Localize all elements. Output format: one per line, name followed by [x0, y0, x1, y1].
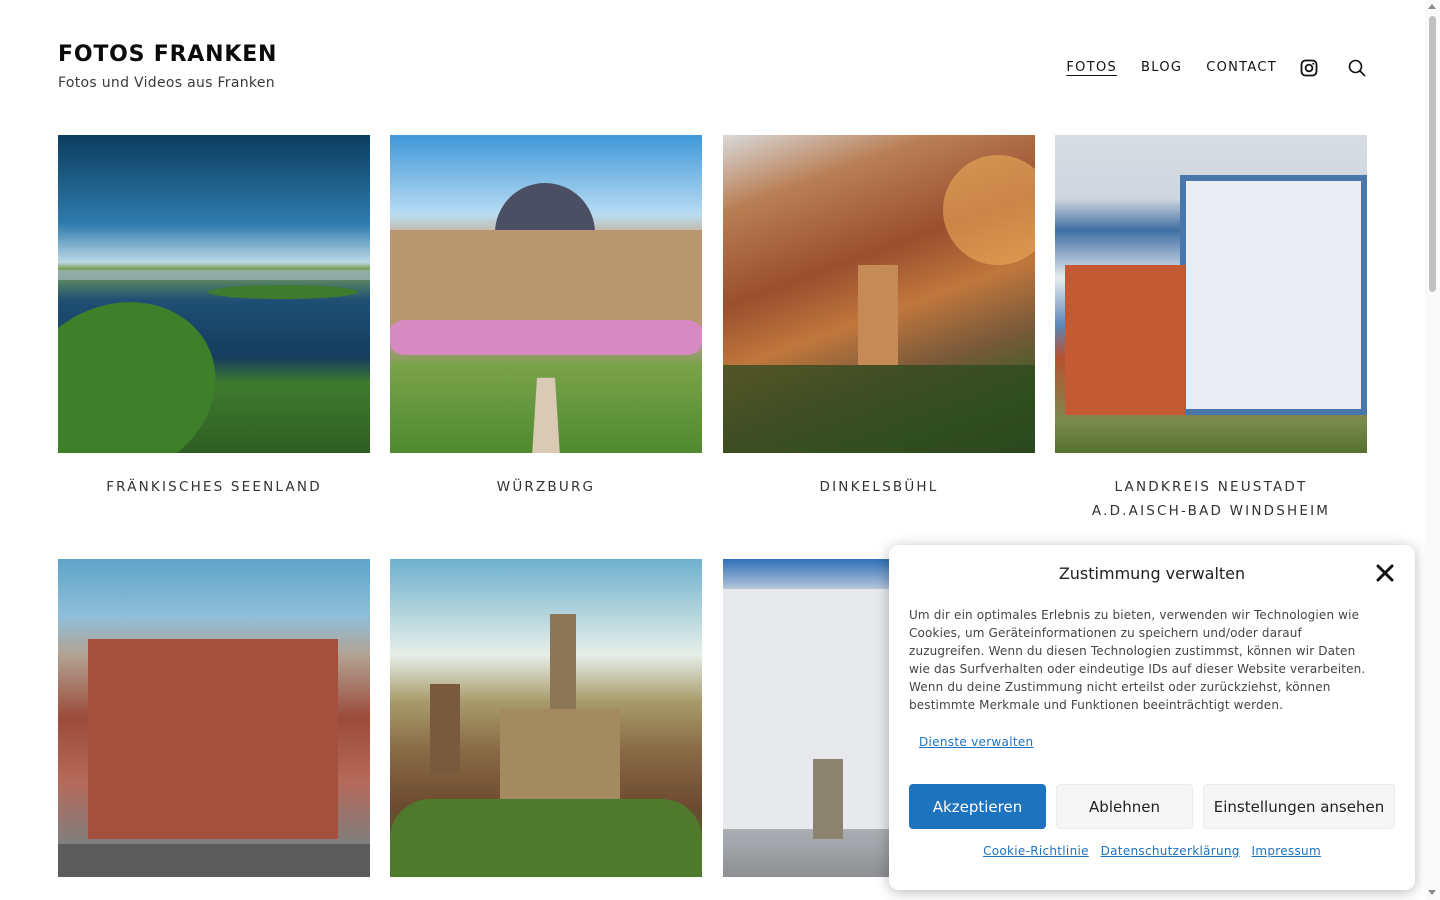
- site-tagline: Fotos und Videos aus Franken: [58, 75, 275, 91]
- scroll-up-icon[interactable]: [1428, 4, 1436, 9]
- tile-caption: DINKELSBÜHL: [819, 479, 939, 495]
- tile-caption: LANDKREIS NEUSTADT A.D.AISCH-BAD WINDSHE…: [1091, 479, 1331, 519]
- scroll-down-icon[interactable]: [1428, 890, 1436, 895]
- tile-caption: FRÄNKISCHES SEENLAND: [106, 479, 322, 495]
- site-title[interactable]: FOTOS FRANKEN: [58, 42, 277, 67]
- privacy-policy-link[interactable]: Datenschutzerklärung: [1101, 844, 1240, 858]
- nav-item-contact[interactable]: CONTACT: [1206, 58, 1277, 78]
- main-nav: FOTOS BLOG CONTACT: [1042, 58, 1367, 78]
- nav-item-blog[interactable]: BLOG: [1141, 58, 1182, 78]
- photo-fraenkisches-seenland[interactable]: [58, 135, 370, 453]
- consent-title: Zustimmung verwalten: [1058, 564, 1246, 583]
- accept-button[interactable]: Akzeptieren: [909, 784, 1046, 829]
- cookie-policy-link[interactable]: Cookie-Richtlinie: [983, 844, 1089, 858]
- gallery-tile-neustadt[interactable]: LANDKREIS NEUSTADT A.D.AISCH-BAD WINDSHE…: [1055, 135, 1367, 523]
- photo-dinkelsbuehl[interactable]: [723, 135, 1035, 453]
- scrollbar-thumb[interactable]: [1429, 16, 1436, 292]
- consent-dialog: Zustimmung verwalten Um dir ein optimale…: [889, 545, 1415, 890]
- photo-wuerzburg[interactable]: [390, 135, 702, 453]
- deny-button[interactable]: Ablehnen: [1056, 784, 1193, 829]
- page-scrollbar[interactable]: [1425, 0, 1440, 900]
- manage-services-link[interactable]: Dienste verwalten: [919, 735, 1033, 749]
- photo-street-facades[interactable]: [58, 559, 370, 877]
- consent-body: Um dir ein optimales Erlebnis zu bieten,…: [909, 608, 1366, 712]
- search-icon[interactable]: [1347, 58, 1367, 78]
- gallery-tile-seenland[interactable]: FRÄNKISCHES SEENLAND: [58, 135, 370, 499]
- view-preferences-button[interactable]: Einstellungen ansehen: [1203, 784, 1395, 829]
- gallery-tile-row2-1[interactable]: [58, 559, 370, 877]
- tile-caption: WÜRZBURG: [496, 479, 596, 495]
- close-icon[interactable]: [1375, 563, 1395, 583]
- gallery-tile-dinkelsbuehl[interactable]: DINKELSBÜHL: [723, 135, 1035, 499]
- consent-footer-links: Cookie-Richtlinie Datenschutzerklärung I…: [889, 844, 1415, 858]
- instagram-icon[interactable]: [1299, 58, 1319, 78]
- photo-landkreis-neustadt[interactable]: [1055, 135, 1367, 453]
- imprint-link[interactable]: Impressum: [1252, 844, 1321, 858]
- gallery-tile-wuerzburg[interactable]: WÜRZBURG: [390, 135, 702, 499]
- nav-item-fotos[interactable]: FOTOS: [1066, 58, 1117, 78]
- gallery-tile-row2-2[interactable]: [390, 559, 702, 877]
- photo-church-town[interactable]: [390, 559, 702, 877]
